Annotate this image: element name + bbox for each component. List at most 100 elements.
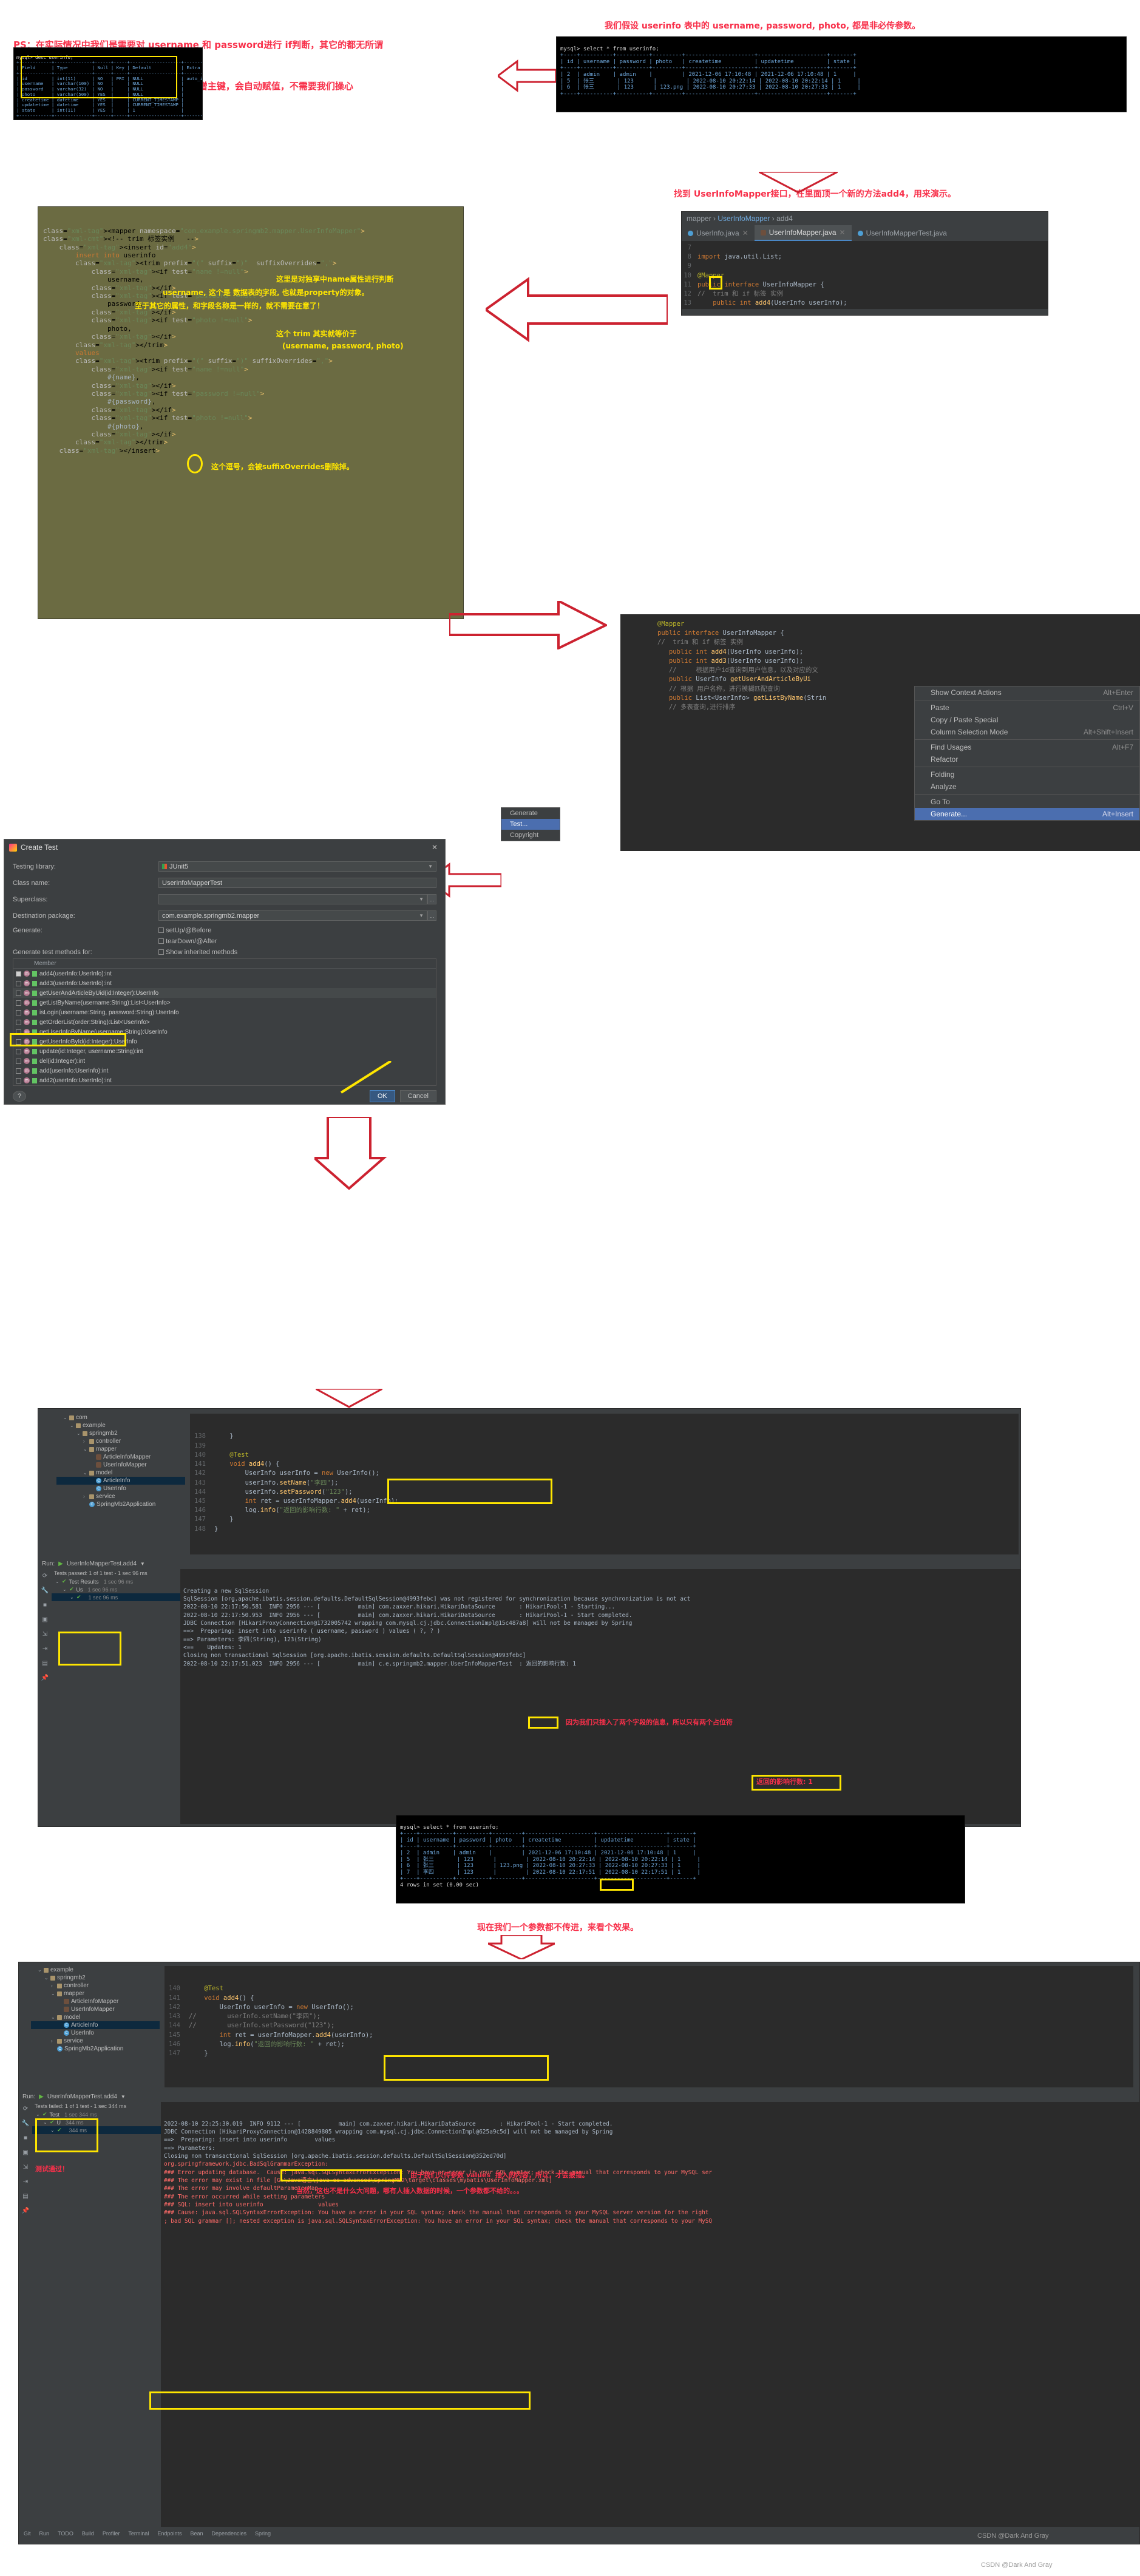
run-play-icon[interactable]: ▶ [39,2093,44,2100]
status-bean[interactable]: Bean [190,2530,203,2537]
chevron-down-icon[interactable]: ▼ [140,1561,145,1567]
close-icon[interactable]: ✕ [840,228,846,237]
popup-item-copyright[interactable]: Copyright [501,830,560,841]
member-row[interactable]: m add4(userInfo:UserInfo):int [13,969,436,978]
status-build[interactable]: Build [82,2530,94,2537]
test-tree-row[interactable]: ⌄ ✔ Test 1 sec 344 ms [32,2110,161,2118]
export-icon[interactable]: ⇥ [19,2175,32,2189]
member-row[interactable]: m add3(userInfo:UserInfo):int [13,978,436,988]
member-checkbox[interactable] [16,1000,21,1006]
chevron-down-icon[interactable]: ⌄ [83,1446,87,1452]
chevron-down-icon[interactable]: ⌄ [63,1415,67,1420]
tree-item[interactable]: ⌄ model [56,1469,185,1477]
camera-icon[interactable]: ▣ [19,2146,32,2160]
status-spring[interactable]: Spring [255,2530,271,2537]
tree-item[interactable]: › service [31,2037,160,2045]
member-row[interactable]: m update(id:Integer, username:String):int [13,1046,436,1056]
member-checkbox[interactable] [16,1009,21,1015]
tree-item[interactable]: C ArticleInfo [56,1477,185,1485]
stop-icon[interactable]: ■ [19,2131,32,2146]
chevron-down-icon[interactable]: ⌄ [51,1991,55,1996]
breadcrumb-userinfomapper[interactable]: UserInfoMapper [718,214,770,223]
run-side-toolbar-success[interactable]: ⟳ 🔧 ■ ▣ ⇲ ⇥ ▤ 📌 [38,1569,52,1824]
status-todo[interactable]: TODO [58,2530,73,2537]
menu-item-column-selection-mode[interactable]: Column Selection Mode Alt+Shift+Insert [915,726,1139,738]
stop-icon[interactable]: ■ [38,1598,52,1613]
run-config-label[interactable]: UserInfoMapperTest.add4 [67,1561,137,1567]
help-button[interactable]: ? [13,1091,27,1102]
tree-item[interactable]: ⌄ springmb2 [56,1429,185,1437]
destination-package-browse-button[interactable]: ... [427,910,436,921]
chevron-down-icon[interactable]: ⌄ [83,1470,87,1476]
chevron-down-icon[interactable]: ▼ [121,2094,126,2100]
chevron-down-icon[interactable]: ⌄ [70,1595,74,1600]
chevron-right-icon[interactable]: › [51,2038,55,2044]
member-checkbox[interactable] [16,1068,21,1074]
testing-library-select[interactable]: JUnit5 [158,861,436,872]
tree-item[interactable]: ArticleInfoMapper [31,1998,160,2005]
tab-userinfomapper-java[interactable]: UserInfoMapper.java ✕ [754,225,852,241]
menu-item-find-usages[interactable]: Find Usages Alt+F7 [915,741,1139,753]
member-row[interactable]: m getOrderList(order:String):List<UserInf… [13,1017,436,1027]
filter-icon[interactable]: ⇲ [19,2160,32,2175]
member-checkbox[interactable] [16,1058,21,1064]
run-toolbar-fail[interactable]: Run: ▶ UserInfoMapperTest.add4 ▼ [19,2091,1139,2102]
pin-icon[interactable]: 📌 [19,2204,32,2218]
generate-popup[interactable]: Generate Test... Copyright [501,807,560,841]
status-git[interactable]: Git [24,2530,31,2537]
chevron-right-icon[interactable]: › [51,1983,55,1988]
run-toolbar-success[interactable]: Run: ▶ UserInfoMapperTest.add4 ▼ [38,1558,1020,1569]
chevron-right-icon[interactable]: › [83,1439,87,1444]
status-terminal[interactable]: Terminal [128,2530,149,2537]
rerun-icon[interactable]: ⟳ [38,1569,52,1584]
popup-item-test[interactable]: Test... [501,819,560,830]
member-checkbox[interactable] [16,980,21,986]
close-icon[interactable]: ✕ [432,843,440,852]
member-checkbox[interactable] [16,1077,21,1083]
project-tree-fail[interactable]: ⌄ example ⌄ springmb2 › controller ⌄ mapper Arti… [31,1966,160,2087]
run-config-label[interactable]: UserInfoMapperTest.add4 [47,2093,117,2100]
chevron-down-icon[interactable]: ⌄ [76,1431,81,1436]
run-play-icon[interactable]: ▶ [58,1561,63,1567]
tree-item[interactable]: UserInfoMapper [31,2005,160,2013]
chevron-down-icon[interactable]: ⌄ [51,2015,55,2020]
tree-item[interactable]: › controller [31,1982,160,1990]
member-checkbox[interactable] [16,971,21,977]
settings-icon[interactable]: 🔧 [19,2117,32,2131]
xml-mapper-panel[interactable]: class="xml-tag"><mapper namespace="com.e… [38,206,464,619]
pin-icon[interactable]: 📌 [38,1671,52,1686]
tree-item[interactable]: C UserInfo [56,1485,185,1493]
member-checkbox[interactable] [16,1048,21,1054]
status-profiler[interactable]: Profiler [103,2530,120,2537]
tree-item[interactable]: ⌄ mapper [31,1990,160,1998]
status-run[interactable]: Run [39,2530,50,2537]
tree-item[interactable]: › service [56,1493,185,1500]
menu-item-folding[interactable]: Folding [915,768,1139,781]
tree-item[interactable]: › controller [56,1437,185,1445]
ide-editor-userinfomapper[interactable]: 7 8 import java.util.List; 9 10 @Mapper 11 publ… [682,241,1048,309]
test-tree-row[interactable]: ⌄ ✔ Test Results 1 sec 96 ms [52,1578,180,1585]
tree-item[interactable]: ArticleInfoMapper [56,1453,185,1461]
superclass-browse-button[interactable]: ... [427,894,436,904]
ide-editor-test-success[interactable]: 138 } 139 140 @Test 141 void add4() {142 Us… [190,1414,1019,1554]
rerun-icon[interactable]: ⟳ [19,2102,32,2117]
class-name-input[interactable]: UserInfoMapperTest [158,878,436,888]
test-tree-row[interactable]: ⌄ ✔ Us 1 sec 96 ms [52,1585,180,1593]
chevron-right-icon[interactable]: › [83,1494,87,1499]
tree-item[interactable]: ⌄ mapper [56,1445,185,1453]
tree-item[interactable]: ⌄ springmb2 [31,1974,160,1982]
chevron-down-icon[interactable]: ⌄ [55,1579,59,1584]
camera-icon[interactable]: ▣ [38,1613,52,1627]
editor-context-menu[interactable]: Show Context Actions Alt+Enter Paste Ctrl+V… [914,686,1140,821]
status-endpoints[interactable]: Endpoints [157,2530,182,2537]
tree-item[interactable]: C SpringMb2Application [56,1500,185,1508]
tree-item[interactable]: C UserInfo [31,2029,160,2037]
breadcrumb-mapper[interactable]: mapper [687,214,711,223]
layout-icon[interactable]: ▤ [19,2189,32,2204]
tree-item[interactable]: ⌄ example [56,1422,185,1429]
chevron-down-icon[interactable]: ⌄ [63,1587,67,1592]
settings-icon[interactable]: 🔧 [38,1584,52,1598]
layout-icon[interactable]: ▤ [38,1656,52,1671]
menu-item-analyze[interactable]: Analyze [915,781,1139,793]
chevron-down-icon[interactable]: ⌄ [36,2112,40,2117]
